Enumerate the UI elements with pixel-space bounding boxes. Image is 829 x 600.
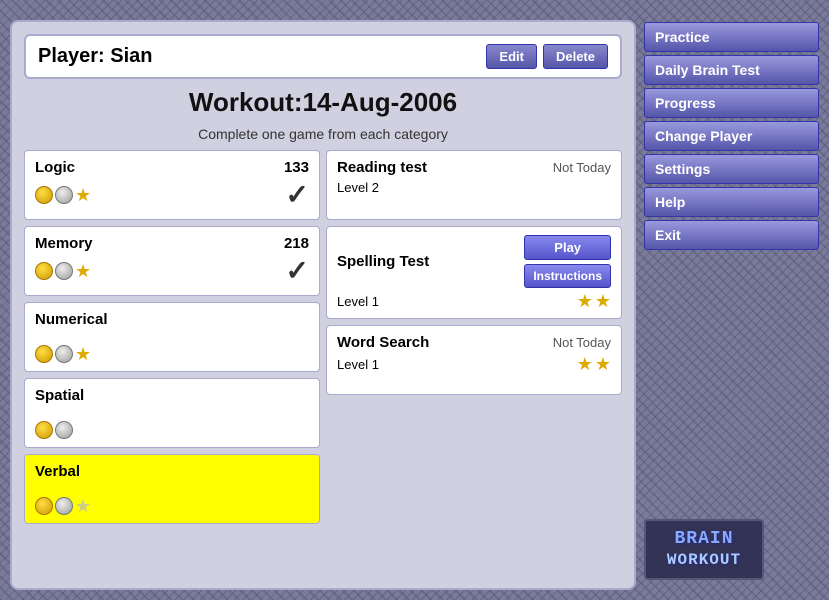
delete-button[interactable]: Delete (543, 44, 608, 69)
numerical-medals: ★ (35, 345, 91, 363)
word-search-name: Word Search (337, 334, 429, 351)
reading-test-name: Reading test (337, 159, 427, 176)
star-icon: ★ (75, 262, 91, 280)
workout-subtitle: Complete one game from each category (24, 126, 622, 142)
medal-gold-icon (35, 262, 53, 280)
word-search-stars: ★ ★ (577, 355, 611, 373)
logic-check: ✓ (286, 178, 309, 211)
star-icon: ★ (75, 186, 91, 204)
reading-test-content: Reading test Not Today Level 2 (337, 159, 611, 195)
memory-score: 218 (284, 235, 309, 252)
medal-silver-icon (55, 497, 73, 515)
logic-name: Logic (35, 159, 75, 176)
verbal-medals: ★ (35, 497, 91, 515)
sidebar: Practice Daily Brain Test Progress Chang… (644, 20, 819, 590)
edit-button[interactable]: Edit (486, 44, 537, 69)
spatial-name: Spatial (35, 387, 84, 404)
star-icon: ★ (595, 292, 611, 310)
memory-medals: ★ (35, 262, 91, 280)
verbal-name: Verbal (35, 463, 80, 480)
brain-workout-logo: BRAIN WORKOUT (644, 519, 764, 580)
logo-line2: WORKOUT (658, 551, 750, 570)
star-icon: ★ (595, 355, 611, 373)
category-spatial: Spatial (24, 378, 320, 448)
header-buttons: Edit Delete (486, 44, 608, 69)
word-search-status: Not Today (553, 335, 611, 350)
medal-gold-icon (35, 186, 53, 204)
spelling-test-content: Spelling Test Play Instructions Level 1 … (337, 235, 611, 310)
logic-medals: ★ (35, 186, 91, 204)
category-spelling-test: Spelling Test Play Instructions Level 1 … (326, 226, 622, 319)
right-categories: Reading test Not Today Level 2 Spelling … (326, 150, 622, 576)
sidebar-item-practice[interactable]: Practice (644, 22, 819, 52)
category-reading-test: Reading test Not Today Level 2 (326, 150, 622, 220)
category-numerical: Numerical ★ (24, 302, 320, 372)
star-icon: ★ (75, 345, 91, 363)
medal-silver-icon (55, 421, 73, 439)
star-icon: ★ (577, 355, 593, 373)
category-verbal: Verbal ★ (24, 454, 320, 524)
content-area: Player: Sian Edit Delete Workout:14-Aug-… (10, 20, 636, 590)
spelling-action-buttons: Play Instructions (524, 235, 611, 288)
spatial-medals (35, 421, 73, 439)
word-search-level: Level 1 (337, 357, 379, 372)
logo-container: BRAIN WORKOUT (644, 519, 819, 590)
player-name: Player: Sian (38, 45, 153, 68)
sidebar-item-help[interactable]: Help (644, 187, 819, 217)
sidebar-item-daily-brain-test[interactable]: Daily Brain Test (644, 55, 819, 85)
sidebar-item-change-player[interactable]: Change Player (644, 121, 819, 151)
category-word-search: Word Search Not Today Level 1 ★ ★ (326, 325, 622, 395)
left-categories: Logic 133 ★ ✓ Memory (24, 150, 320, 576)
sidebar-item-progress[interactable]: Progress (644, 88, 819, 118)
medal-silver-icon (55, 262, 73, 280)
category-memory: Memory 218 ★ ✓ (24, 226, 320, 296)
sidebar-item-settings[interactable]: Settings (644, 154, 819, 184)
reading-test-status: Not Today (553, 160, 611, 175)
reading-test-level: Level 2 (337, 180, 379, 195)
instructions-button[interactable]: Instructions (524, 264, 611, 288)
logic-score: 133 (284, 159, 309, 176)
medal-gold-icon (35, 345, 53, 363)
memory-check: ✓ (286, 254, 309, 287)
medal-gold-icon (35, 421, 53, 439)
spelling-test-level: Level 1 (337, 294, 379, 309)
categories-grid: Logic 133 ★ ✓ Memory (24, 150, 622, 576)
star-icon: ★ (577, 292, 593, 310)
numerical-name: Numerical (35, 311, 108, 328)
player-header: Player: Sian Edit Delete (24, 34, 622, 79)
star-outline-icon: ★ (75, 497, 91, 515)
medal-silver-icon (55, 186, 73, 204)
medal-silver-icon (55, 345, 73, 363)
word-search-content: Word Search Not Today Level 1 ★ ★ (337, 334, 611, 373)
play-button[interactable]: Play (524, 235, 611, 260)
sidebar-item-exit[interactable]: Exit (644, 220, 819, 250)
memory-name: Memory (35, 235, 93, 252)
category-logic: Logic 133 ★ ✓ (24, 150, 320, 220)
spelling-test-stars: ★ ★ (577, 292, 611, 310)
workout-title: Workout:14-Aug-2006 (24, 87, 622, 118)
spelling-test-name: Spelling Test (337, 253, 429, 270)
medal-gold-icon (35, 497, 53, 515)
logo-line1: BRAIN (658, 529, 750, 551)
main-panel: Player: Sian Edit Delete Workout:14-Aug-… (10, 20, 819, 590)
